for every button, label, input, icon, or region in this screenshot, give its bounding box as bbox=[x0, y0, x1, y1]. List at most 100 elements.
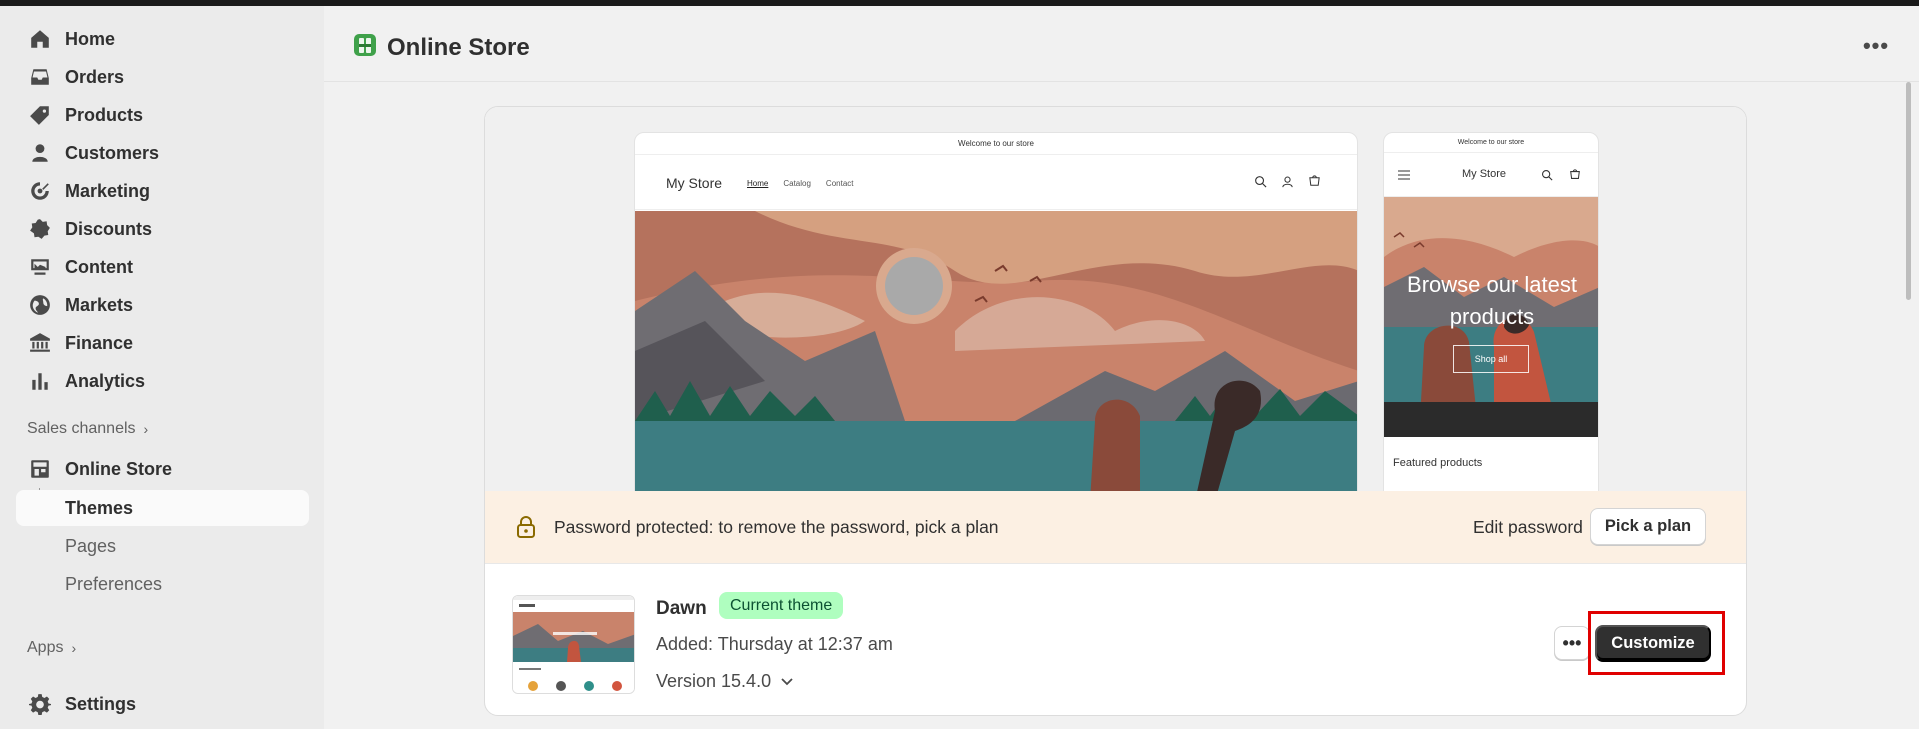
theme-preview[interactable]: Welcome to our store My Store Home Catal… bbox=[485, 107, 1746, 492]
more-actions-button[interactable]: ••• bbox=[1858, 33, 1894, 59]
current-theme-badge: Current theme bbox=[719, 592, 844, 619]
home-icon bbox=[29, 28, 51, 50]
sidebar-item-label: Discounts bbox=[65, 218, 153, 239]
sidebar-item-label: Analytics bbox=[65, 370, 146, 391]
sidebar-subitem-themes[interactable]: Themes bbox=[16, 490, 309, 526]
sidebar-item-customers[interactable]: Customers bbox=[16, 135, 309, 171]
theme-name: Dawn bbox=[656, 598, 707, 619]
store-header: My Store Home Catalog Contact bbox=[635, 155, 1357, 210]
page-title: Online Store bbox=[387, 33, 530, 61]
store-nav-home: Home bbox=[747, 179, 769, 188]
sidebar-item-content[interactable]: Content bbox=[16, 249, 309, 285]
chevron-right-icon: › bbox=[71, 640, 77, 656]
sidebar-item-label: Orders bbox=[65, 66, 125, 87]
account-icon bbox=[1282, 176, 1293, 188]
inbox-icon bbox=[29, 66, 51, 88]
theme-version-label: Version 15.4.0 bbox=[656, 671, 772, 691]
sidebar-item-label: Home bbox=[65, 28, 116, 49]
theme-version-dropdown[interactable]: Version 15.4.0 bbox=[656, 671, 793, 692]
gear-icon bbox=[29, 693, 51, 715]
store-nav-contact: Contact bbox=[825, 179, 854, 188]
edit-password-link[interactable]: Edit password bbox=[1473, 517, 1583, 538]
tag-icon bbox=[29, 104, 51, 126]
announcement-bar: Welcome to our store bbox=[635, 133, 1357, 155]
theme-card: Welcome to our store My Store Home Catal… bbox=[484, 106, 1747, 716]
sidebar-item-label: Markets bbox=[65, 294, 134, 315]
sidebar-item-discounts[interactable]: Discounts bbox=[16, 211, 309, 247]
sidebar-item-settings[interactable]: Settings bbox=[16, 686, 309, 722]
sidebar-subitem-preferences[interactable]: Preferences bbox=[16, 566, 309, 602]
person-icon bbox=[29, 142, 51, 164]
sidebar-subitem-label: Preferences bbox=[65, 573, 163, 594]
mobile-hero: Browse our latest products Shop all bbox=[1384, 197, 1598, 437]
lock-icon bbox=[517, 516, 535, 538]
page-title-wrap: Online Store bbox=[352, 32, 530, 63]
sidebar-item-label: Settings bbox=[65, 693, 137, 714]
hero-image bbox=[635, 211, 1357, 491]
sidebar-item-label: Customers bbox=[65, 142, 160, 163]
hamburger-icon bbox=[1398, 170, 1410, 180]
sidebar-item-label: Content bbox=[65, 256, 133, 277]
announcement-bar: Welcome to our store bbox=[1384, 133, 1598, 153]
content-icon bbox=[29, 256, 51, 278]
apps-label: Apps bbox=[27, 639, 64, 656]
theme-actions-button[interactable]: ••• bbox=[1554, 626, 1590, 660]
store-header-icons bbox=[1254, 175, 1321, 188]
sidebar-item-label: Marketing bbox=[65, 180, 151, 201]
bank-icon bbox=[29, 332, 51, 354]
current-theme-row: Dawn Current theme Added: Thursday at 12… bbox=[485, 563, 1746, 715]
mobile-preview: Welcome to our store My Store Browse our… bbox=[1383, 132, 1599, 492]
store-nav-catalog: Catalog bbox=[783, 179, 811, 188]
online-store-icon bbox=[352, 32, 378, 63]
theme-added-date: Added: Thursday at 12:37 am bbox=[656, 634, 893, 654]
store-logo: My Store bbox=[1462, 168, 1507, 180]
sidebar-item-label: Finance bbox=[65, 332, 134, 353]
search-icon bbox=[1541, 169, 1553, 181]
shop-all-button: Shop all bbox=[1453, 345, 1529, 373]
sidebar-item-label: Products bbox=[65, 104, 144, 125]
store-header: My Store bbox=[1384, 153, 1598, 197]
sidebar-item-home[interactable]: Home bbox=[16, 21, 309, 57]
featured-products-heading: Featured products bbox=[1393, 457, 1483, 469]
sidebar-subitem-label: Pages bbox=[65, 535, 117, 556]
main-content: Online Store ••• Welcome to our store My… bbox=[324, 6, 1919, 729]
sales-channels-label: Sales channels bbox=[27, 420, 136, 437]
apps-header[interactable]: Apps › bbox=[27, 639, 76, 657]
sidebar-item-analytics[interactable]: Analytics bbox=[16, 363, 309, 399]
customize-button[interactable]: Customize bbox=[1595, 625, 1711, 662]
sidebar-item-orders[interactable]: Orders bbox=[16, 59, 309, 95]
cart-icon bbox=[1570, 169, 1580, 179]
sidebar-item-products[interactable]: Products bbox=[16, 97, 309, 133]
sidebar-subitem-label: Themes bbox=[65, 497, 134, 518]
chevron-right-icon: › bbox=[143, 421, 149, 437]
theme-thumbnail-image bbox=[513, 596, 634, 693]
sidebar-subitem-pages[interactable]: Pages bbox=[16, 528, 309, 564]
mobile-hero-line-1: Browse our latest bbox=[1407, 272, 1577, 297]
store-icon bbox=[29, 458, 51, 480]
target-icon bbox=[29, 180, 51, 202]
sidebar-item-label: Online Store bbox=[65, 458, 173, 479]
bar-chart-icon bbox=[29, 370, 51, 392]
mobile-hero-heading: Browse our latest products bbox=[1384, 269, 1598, 333]
page-header: Online Store ••• bbox=[324, 6, 1919, 82]
sidebar-item-finance[interactable]: Finance bbox=[16, 325, 309, 361]
sidebar-item-online-store[interactable]: Online Store bbox=[16, 451, 309, 487]
store-logo: My Store bbox=[666, 175, 723, 191]
desktop-preview: Welcome to our store My Store Home Catal… bbox=[634, 132, 1358, 492]
mobile-hero-line-2: products bbox=[1449, 304, 1535, 329]
sidebar-item-markets[interactable]: Markets bbox=[16, 287, 309, 323]
scrollbar[interactable] bbox=[1906, 82, 1911, 300]
password-banner: Password protected: to remove the passwo… bbox=[485, 491, 1746, 563]
theme-thumbnail bbox=[512, 595, 635, 694]
globe-icon bbox=[29, 294, 51, 316]
sidebar-item-marketing[interactable]: Marketing bbox=[16, 173, 309, 209]
discount-icon bbox=[29, 218, 51, 240]
store-nav: Home Catalog Contact bbox=[747, 179, 854, 188]
sidebar: Home Orders Products Customers Marketing… bbox=[0, 6, 324, 729]
sales-channels-header[interactable]: Sales channels › bbox=[27, 420, 148, 438]
search-icon bbox=[1255, 176, 1267, 188]
pick-a-plan-button[interactable]: Pick a plan bbox=[1590, 508, 1706, 545]
chevron-down-icon bbox=[781, 677, 793, 685]
cart-icon bbox=[1309, 175, 1320, 186]
password-banner-text: Password protected: to remove the passwo… bbox=[554, 517, 999, 537]
